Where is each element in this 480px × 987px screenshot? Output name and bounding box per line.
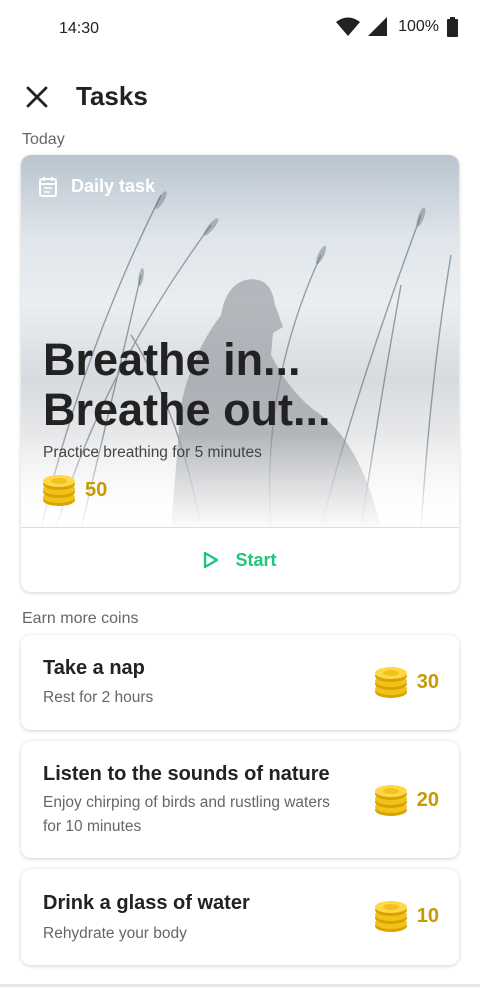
- battery-percentage: 100%: [398, 18, 439, 35]
- daily-task-hero-image: Daily task Breathe in... Breathe out... …: [21, 155, 459, 528]
- close-icon[interactable]: [24, 84, 50, 110]
- page-title: Tasks: [76, 81, 148, 111]
- status-bar: 14:30 100%: [0, 0, 480, 58]
- wifi-icon: [336, 17, 361, 36]
- daily-task-reward: 50: [41, 473, 107, 507]
- daily-task-card[interactable]: Daily task Breathe in... Breathe out... …: [21, 155, 459, 592]
- daily-task-label: Daily task: [71, 176, 156, 196]
- battery-icon: [447, 17, 458, 37]
- daily-task-headline: Breathe in... Breathe out...: [43, 334, 331, 435]
- task-reward: 30: [373, 665, 439, 699]
- task-reward: 20: [373, 783, 439, 817]
- task-subtitle: Enjoy chirping of birds and rustling wat…: [43, 794, 330, 835]
- app-header: Tasks: [0, 72, 480, 120]
- task-title: Take a nap: [43, 657, 145, 679]
- status-icons: 100%: [336, 17, 458, 37]
- coins-icon: [374, 901, 407, 932]
- section-label-earn-more: Earn more coins: [22, 610, 139, 627]
- cell-signal-icon: [368, 17, 388, 36]
- task-coin-value: 20: [416, 788, 439, 811]
- coins-icon: [374, 785, 407, 816]
- task-title: Listen to the sounds of nature: [43, 763, 330, 785]
- task-card-take-a-nap[interactable]: Take a nap Rest for 2 hours 30: [21, 635, 459, 730]
- status-time: 14:30: [59, 20, 100, 37]
- task-coin-value: 30: [416, 670, 439, 693]
- play-icon: [204, 551, 219, 569]
- daily-task-coin-value: 50: [85, 478, 108, 501]
- task-card-sounds-of-nature[interactable]: Listen to the sounds of nature Enjoy chi…: [21, 741, 459, 858]
- coins-icon: [43, 475, 75, 506]
- daily-task-description: Practice breathing for 5 minutes: [43, 444, 262, 461]
- start-button[interactable]: Start: [21, 528, 459, 592]
- task-subtitle: Rest for 2 hours: [43, 689, 154, 706]
- task-coin-value: 10: [416, 904, 439, 927]
- start-button-label: Start: [235, 549, 277, 570]
- coins-icon: [374, 667, 407, 698]
- daily-task-tag: Daily task: [39, 176, 155, 197]
- task-card-drink-water[interactable]: Drink a glass of water Rehydrate your bo…: [21, 869, 459, 965]
- calendar-icon: [39, 176, 57, 197]
- task-subtitle: Rehydrate your body: [43, 925, 187, 942]
- task-reward: 10: [373, 899, 439, 933]
- section-label-today: Today: [22, 131, 65, 148]
- task-title: Drink a glass of water: [43, 892, 250, 914]
